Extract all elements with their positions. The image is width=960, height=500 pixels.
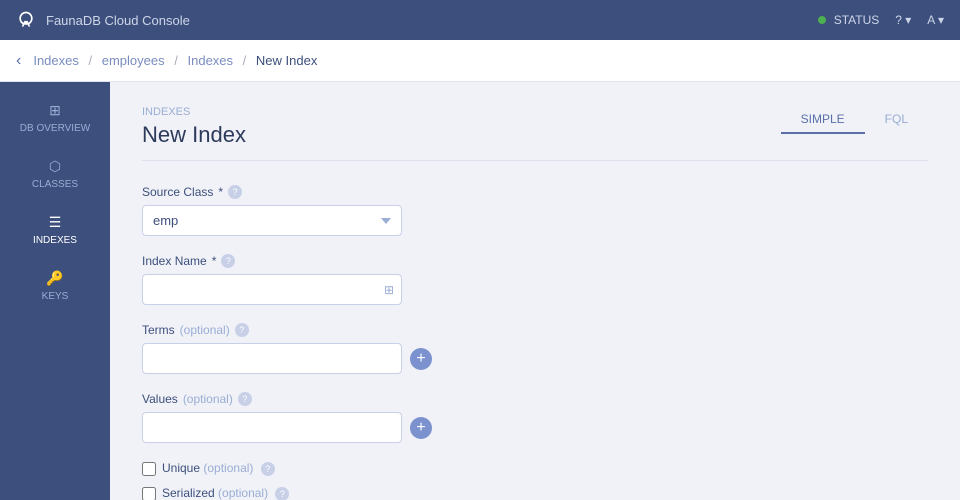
breadcrumb-sep-3: / bbox=[243, 53, 247, 68]
required-star: * bbox=[218, 185, 223, 199]
layout: ⊞ DB OVERVIEW ⬡ CLASSES ☰ INDEXES 🔑 KEYS… bbox=[0, 82, 960, 500]
values-help-icon[interactable]: ? bbox=[238, 392, 252, 406]
sidebar-item-label-db-overview: DB OVERVIEW bbox=[20, 123, 90, 134]
source-class-select[interactable]: emp bbox=[142, 205, 402, 236]
page-header: Indexes New Index SIMPLE FQL bbox=[142, 106, 928, 161]
topnav: FaunaDB Cloud Console STATUS ? ▾ A ▾ bbox=[0, 0, 960, 40]
sidebar-item-classes[interactable]: ⬡ CLASSES bbox=[0, 146, 110, 202]
back-button[interactable]: ‹ bbox=[16, 52, 21, 70]
values-add-button[interactable]: + bbox=[410, 417, 432, 439]
status-label: STATUS bbox=[834, 13, 880, 27]
index-name-required-star: * bbox=[212, 254, 217, 268]
account-button[interactable]: A ▾ bbox=[927, 13, 944, 27]
input-grid-icon: ⊞ bbox=[384, 283, 394, 297]
breadcrumb-sep-2: / bbox=[174, 53, 178, 68]
breadcrumb-new-index: New Index bbox=[256, 53, 317, 68]
source-class-label: Source Class * ? bbox=[142, 185, 662, 199]
db-overview-icon: ⊞ bbox=[49, 102, 61, 119]
values-group: Values (optional) ? + bbox=[142, 392, 662, 443]
terms-input-row: + bbox=[142, 343, 662, 374]
breadcrumb-sep-1: / bbox=[89, 53, 93, 68]
sidebar-item-indexes[interactable]: ☰ INDEXES bbox=[0, 202, 110, 258]
sidebar-item-label-keys: KEYS bbox=[42, 291, 69, 302]
unique-checkbox[interactable] bbox=[142, 462, 156, 476]
app-title: FaunaDB Cloud Console bbox=[46, 13, 190, 28]
tab-fql[interactable]: FQL bbox=[865, 106, 928, 134]
indexes-icon: ☰ bbox=[49, 214, 62, 231]
serialized-checkbox[interactable] bbox=[142, 487, 156, 500]
unique-checkbox-item: Unique (optional) ? bbox=[142, 461, 662, 476]
index-name-label: Index Name * ? bbox=[142, 254, 662, 268]
source-class-group: Source Class * ? emp bbox=[142, 185, 662, 236]
page-subtitle: Indexes bbox=[142, 106, 246, 118]
terms-help-icon[interactable]: ? bbox=[235, 323, 249, 337]
terms-input[interactable] bbox=[142, 343, 402, 374]
sidebar-item-db-overview[interactable]: ⊞ DB OVERVIEW bbox=[0, 90, 110, 146]
breadcrumb-bar: ‹ Indexes / employees / Indexes / New In… bbox=[0, 40, 960, 82]
index-name-group: Index Name * ? ⊞ bbox=[142, 254, 662, 305]
status-dot bbox=[818, 16, 826, 24]
unique-label: Unique (optional) ? bbox=[162, 461, 275, 476]
topnav-right: STATUS ? ▾ A ▾ bbox=[818, 13, 944, 27]
unique-help-icon[interactable]: ? bbox=[261, 462, 275, 476]
terms-add-button[interactable]: + bbox=[410, 348, 432, 370]
breadcrumb-indexes-2[interactable]: Indexes bbox=[188, 53, 234, 68]
sidebar-item-keys[interactable]: 🔑 KEYS bbox=[0, 258, 110, 314]
sidebar-item-label-indexes: INDEXES bbox=[33, 235, 77, 246]
page-title-group: Indexes New Index bbox=[142, 106, 246, 148]
serialized-label: Serialized (optional) ? bbox=[162, 486, 289, 500]
checkbox-group: Unique (optional) ? Serialized (optional… bbox=[142, 461, 662, 500]
help-button[interactable]: ? ▾ bbox=[895, 13, 911, 27]
index-name-input-wrapper: ⊞ bbox=[142, 274, 402, 305]
classes-icon: ⬡ bbox=[49, 158, 61, 175]
sidebar-item-label-classes: CLASSES bbox=[32, 179, 78, 190]
serialized-help-icon[interactable]: ? bbox=[275, 487, 289, 500]
fauna-logo bbox=[16, 10, 36, 30]
terms-label: Terms (optional) ? bbox=[142, 323, 662, 337]
tab-simple[interactable]: SIMPLE bbox=[781, 106, 865, 134]
breadcrumb-employees[interactable]: employees bbox=[102, 53, 165, 68]
sidebar: ⊞ DB OVERVIEW ⬡ CLASSES ☰ INDEXES 🔑 KEYS bbox=[0, 82, 110, 500]
serialized-checkbox-item: Serialized (optional) ? bbox=[142, 486, 662, 500]
topnav-left: FaunaDB Cloud Console bbox=[16, 10, 190, 30]
tab-group: SIMPLE FQL bbox=[781, 106, 928, 134]
breadcrumb: Indexes / employees / Indexes / New Inde… bbox=[33, 53, 317, 68]
terms-group: Terms (optional) ? + bbox=[142, 323, 662, 374]
page-title: New Index bbox=[142, 122, 246, 148]
values-label: Values (optional) ? bbox=[142, 392, 662, 406]
form-section: Source Class * ? emp Index Name * ? ⊞ bbox=[142, 185, 662, 500]
index-name-help-icon[interactable]: ? bbox=[221, 254, 235, 268]
values-input[interactable] bbox=[142, 412, 402, 443]
breadcrumb-indexes[interactable]: Indexes bbox=[33, 53, 79, 68]
status-indicator: STATUS bbox=[818, 13, 879, 27]
source-class-help-icon[interactable]: ? bbox=[228, 185, 242, 199]
main-content: Indexes New Index SIMPLE FQL Source Clas… bbox=[110, 82, 960, 500]
values-input-row: + bbox=[142, 412, 662, 443]
index-name-input[interactable] bbox=[142, 274, 402, 305]
keys-icon: 🔑 bbox=[46, 270, 63, 287]
